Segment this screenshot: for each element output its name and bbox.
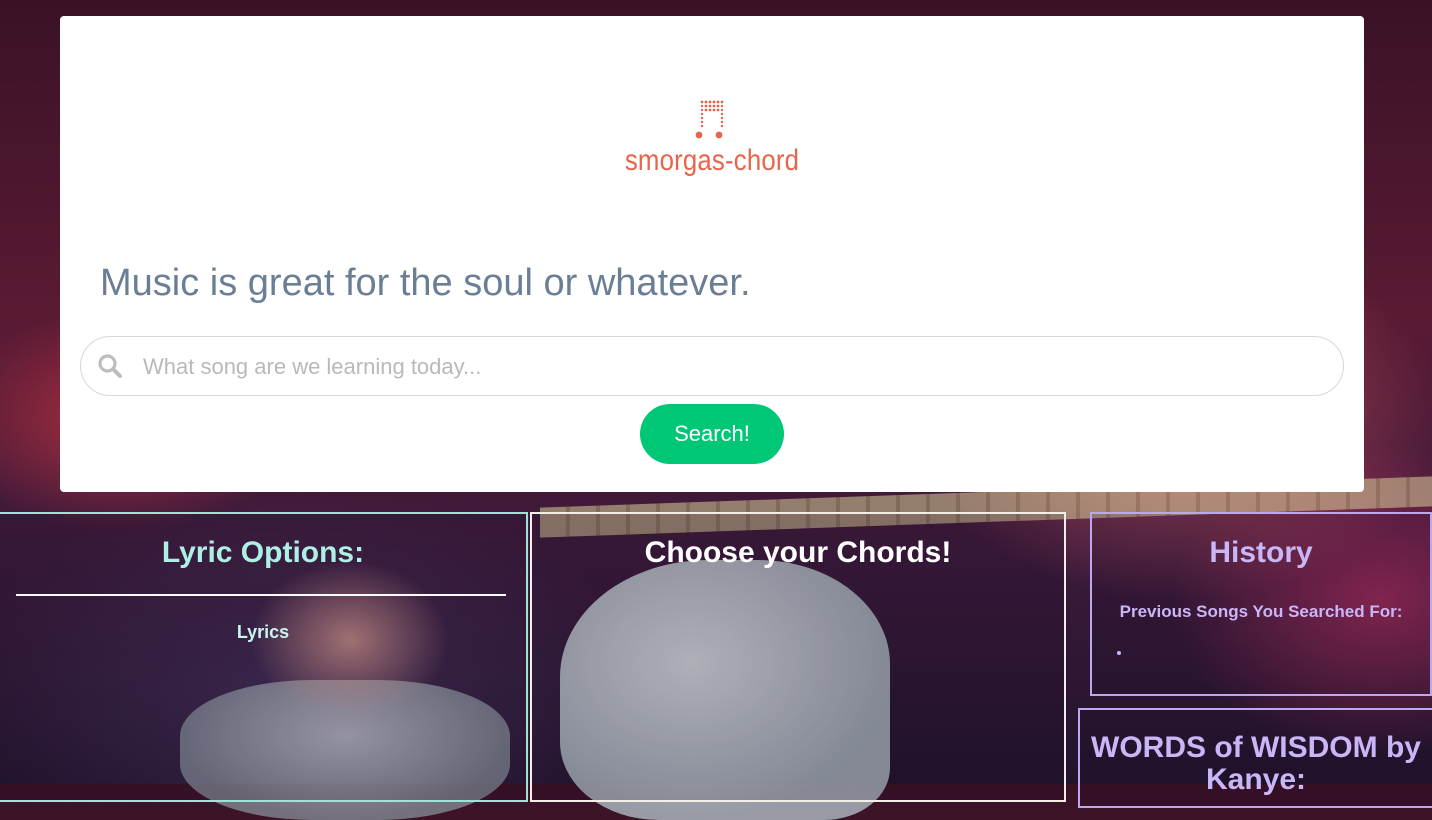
lyric-options-title: Lyric Options:: [161, 536, 365, 569]
search-button[interactable]: Search!: [640, 404, 784, 464]
chords-title: Choose your Chords!: [644, 536, 952, 569]
brand-name: smorgas-chord: [624, 144, 800, 177]
history-subtitle: Previous Songs You Searched For:: [1119, 602, 1403, 621]
search-input[interactable]: [141, 345, 1325, 389]
search-icon: [98, 354, 122, 378]
history-panel: History Previous Songs You Searched For:: [1090, 512, 1432, 696]
divider: [16, 594, 506, 596]
history-list-item[interactable]: [1132, 644, 1430, 658]
music-note-icon: [695, 100, 724, 139]
history-list: [1092, 644, 1430, 658]
history-title: History: [1209, 536, 1313, 569]
lyrics-link[interactable]: Lyrics: [0, 622, 526, 643]
lyric-options-panel: Lyric Options: Lyrics: [0, 512, 528, 802]
chords-panel: Choose your Chords!: [530, 512, 1066, 802]
wisdom-title: WORDS of WISDOM by Kanye:: [1091, 731, 1421, 796]
page-tagline: Music is great for the soul or whatever.: [100, 262, 751, 304]
hero-card: smorgas-chord Music is great for the sou…: [60, 16, 1364, 492]
wisdom-panel: WORDS of WISDOM by Kanye:: [1078, 708, 1432, 808]
brand-logo[interactable]: smorgas-chord: [60, 100, 1364, 178]
search-bar: [80, 336, 1344, 396]
